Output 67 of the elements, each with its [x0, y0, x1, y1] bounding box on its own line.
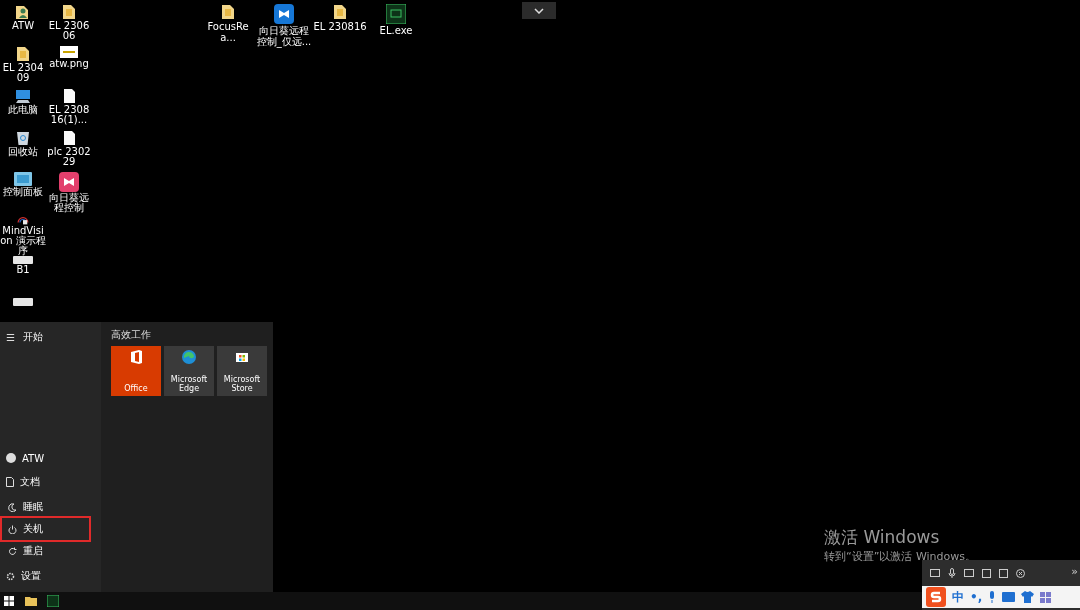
icon-label[interactable]: EL.exe [368, 25, 424, 36]
folder-icon [16, 46, 30, 62]
icon-label[interactable]: ATW [0, 21, 46, 31]
app-icon [274, 4, 294, 24]
close-icon[interactable] [1016, 568, 1025, 578]
icon-label[interactable]: 向日葵远程控制_仅远... [256, 25, 312, 47]
shirt-icon[interactable] [1021, 591, 1035, 603]
expand-toolbar-button[interactable]: » [1071, 565, 1078, 578]
icon-label[interactable]: B1 [0, 265, 46, 275]
folder-icon [333, 4, 347, 20]
start-menu-item[interactable]: 文档 [0, 470, 101, 494]
edge-logo-icon [181, 349, 197, 365]
avatar-icon [6, 453, 16, 463]
start-title: 开始 [22, 330, 43, 344]
document-icon [6, 477, 14, 487]
power-option[interactable]: 关机 [2, 518, 89, 540]
app-tile[interactable]: Microsoft Edge [164, 346, 214, 396]
icon-label[interactable]: EL 230816(1)... [46, 105, 92, 125]
screen-icon[interactable] [964, 569, 974, 577]
app-tile[interactable]: Office [111, 346, 161, 396]
icon-label[interactable]: EL 230606 [46, 21, 92, 41]
group-title: 高效工作 [110, 328, 152, 342]
recycle-bin-icon [16, 130, 30, 146]
folder-icon [25, 596, 37, 606]
power-icon [8, 524, 17, 534]
expand-button[interactable] [522, 2, 556, 19]
icon-label[interactable]: 向日葵远程控制 [46, 193, 92, 213]
icon-label[interactable]: atw.png [46, 59, 92, 69]
grid-icon[interactable] [1040, 591, 1052, 603]
app-tile[interactable]: Microsoft Store [217, 346, 267, 396]
folder-user-icon [15, 4, 31, 20]
icon-label[interactable]: 回收站 [0, 147, 46, 157]
start-menu-item[interactable]: ATW [0, 446, 101, 470]
chevron-down-icon [534, 7, 544, 14]
image-file-icon [60, 46, 78, 58]
folder-icon [221, 4, 235, 20]
punctuation-toggle[interactable]: •, [970, 590, 983, 604]
app-icon [59, 172, 79, 192]
power-option[interactable]: 重启 [2, 540, 89, 562]
computer-icon [15, 88, 31, 104]
menu-button[interactable]: ☰ [6, 331, 15, 343]
icon-label[interactable]: EL 230816 [312, 21, 368, 32]
app-icon [386, 4, 406, 24]
icon-label[interactable]: 此电脑 [0, 105, 46, 115]
windows-logo-icon [4, 596, 14, 606]
icon-label[interactable]: MindVision 演示程序 [0, 226, 46, 256]
folder-icon [62, 4, 76, 20]
power-option[interactable]: 睡眠 [2, 496, 89, 518]
window-icon[interactable] [999, 568, 1008, 578]
start-menu-item[interactable]: 设置 [0, 564, 101, 588]
moon-icon [8, 502, 17, 512]
sogou-logo-icon[interactable] [926, 587, 946, 607]
icon-label[interactable]: FocusRea... [200, 21, 256, 43]
icon-label[interactable]: plc 230229 [46, 147, 92, 167]
office-logo-icon [129, 349, 143, 365]
icon-label[interactable]: 控制面板 [0, 187, 46, 197]
drive-icon [13, 256, 33, 264]
input-mode-toggle[interactable]: 中 [952, 588, 964, 606]
activation-title: 激活 Windows [824, 526, 941, 549]
file-icon [62, 130, 76, 146]
file-icon [62, 88, 76, 104]
drive-icon [13, 298, 33, 306]
restart-icon [8, 546, 17, 556]
app-icon [47, 595, 59, 607]
control-panel-icon [14, 172, 32, 186]
settings-icon [6, 571, 15, 581]
icon-label[interactable]: EL 230409 [0, 63, 46, 83]
